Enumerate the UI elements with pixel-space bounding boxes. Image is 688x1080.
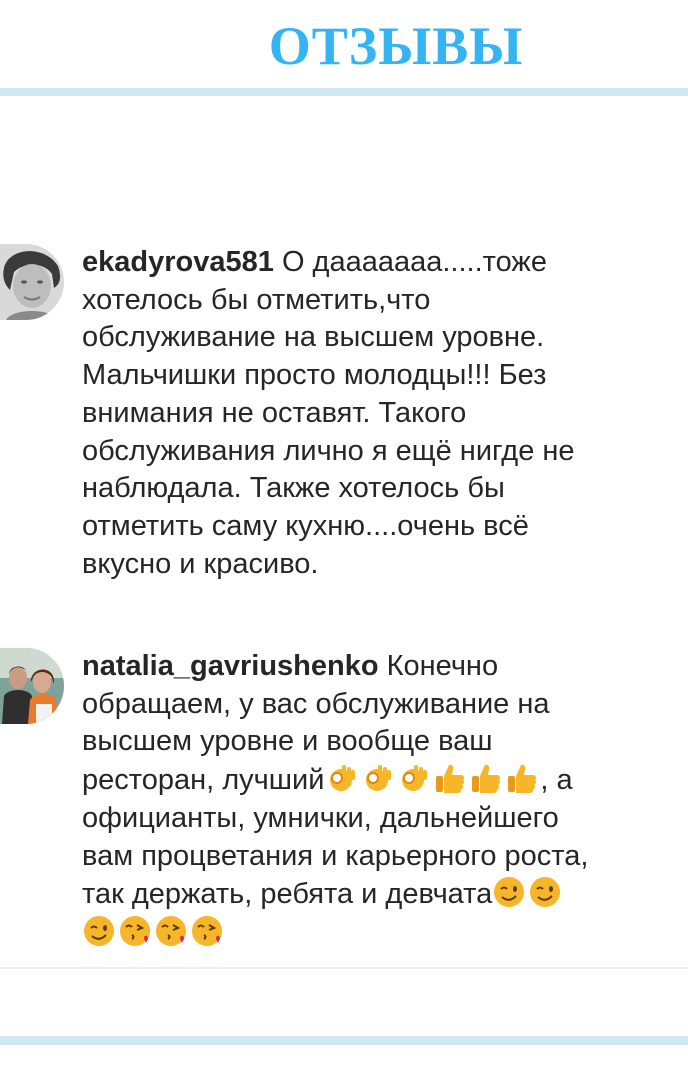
comment-line: высшем уровне и вообще ваш [82, 725, 493, 758]
top-divider [0, 88, 688, 96]
comment-line: О дааааааа.....тоже [281, 246, 547, 278]
kiss-icon [190, 914, 224, 948]
kiss-icon [118, 914, 152, 948]
comment-username[interactable]: ekadyrova581 [82, 246, 274, 278]
wink-icon [82, 914, 116, 948]
bottom-divider [0, 1036, 688, 1045]
ok-hand-icon [360, 761, 394, 795]
ok-hand-icon [324, 761, 358, 795]
avatar[interactable] [0, 648, 64, 724]
comment-line: наблюдала. Также хотелось бы [82, 472, 505, 505]
comment-line: Мальчишки просто молодцы!!! Без [82, 359, 547, 392]
comment-line: официанты, умнички, дальнейшего [82, 801, 559, 834]
ok-hand-icon [396, 761, 430, 795]
comment-line: обслуживание на высшем уровне. [82, 321, 545, 354]
thumbs-up-icon [432, 761, 466, 795]
comment-line: , а [540, 764, 573, 797]
page-title: ОТЗЫВЫ [268, 16, 524, 76]
avatar[interactable] [0, 244, 64, 320]
comment-line: обращаем, у вас обслуживание на [82, 687, 550, 720]
comment-line: так держать, ребята и девчата [82, 878, 493, 911]
comment-line: хотелось бы отметить,что [82, 283, 431, 316]
comment-text: natalia_gavriushenko Конечно обращаем, у… [82, 648, 672, 953]
comment-line: вкусно и красиво. [82, 547, 319, 580]
comment-divider [0, 967, 688, 969]
comment-line: отметить саму кухню....очень всё [82, 509, 529, 542]
comment-text: ekadyrova581 О дааааааа.....тоже хотелос… [82, 244, 672, 583]
comment-username[interactable]: natalia_gavriushenko [82, 650, 379, 682]
comment-line: обслуживания лично я ещё нигде не [82, 434, 575, 467]
wink-icon [528, 875, 562, 909]
comment-line: ресторан, лучший [82, 764, 325, 797]
comment-line: внимания не оставят. Такого [82, 396, 467, 429]
wink-icon [492, 875, 526, 909]
comment-line: Конечно [386, 650, 499, 682]
thumbs-up-icon [468, 761, 502, 795]
comment-line: вам процветания и карьерного роста, [82, 839, 589, 872]
thumbs-up-icon [504, 761, 538, 795]
kiss-icon [154, 914, 188, 948]
